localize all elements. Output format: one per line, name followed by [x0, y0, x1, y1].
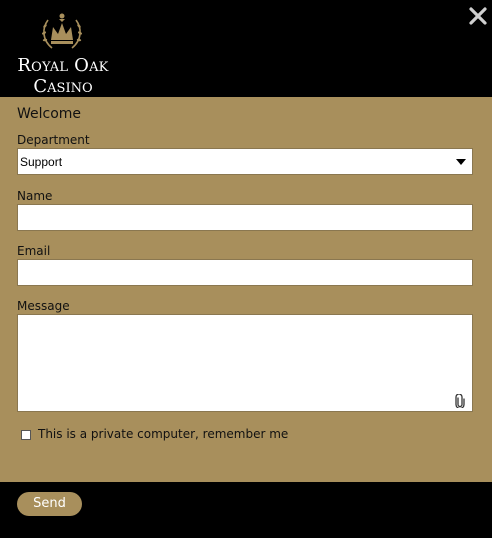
- department-label: Department: [17, 133, 90, 147]
- logo-text-line1: Royal Oak: [17, 55, 109, 76]
- contact-form: Welcome Department Support Name Email Me…: [0, 97, 492, 482]
- department-select[interactable]: Support: [17, 148, 473, 175]
- paperclip-icon[interactable]: [455, 394, 465, 408]
- department-select-value: Support: [20, 155, 63, 169]
- chevron-down-icon: [456, 159, 466, 165]
- close-icon: [469, 7, 487, 25]
- name-label: Name: [17, 189, 53, 203]
- crown-laurel-icon: [42, 13, 82, 49]
- header: Royal Oak Casino: [0, 0, 492, 97]
- form-title: Welcome: [17, 106, 82, 122]
- send-button[interactable]: Send: [17, 492, 82, 516]
- logo-text-line2: Casino: [33, 76, 93, 97]
- royal-oak-casino-logo: Royal Oak Casino: [8, 10, 118, 97]
- close-button[interactable]: [466, 4, 490, 28]
- footer: Send: [0, 482, 492, 538]
- message-textarea[interactable]: [17, 314, 473, 412]
- message-label: Message: [17, 299, 70, 313]
- email-input[interactable]: [17, 259, 473, 286]
- name-input[interactable]: [17, 204, 473, 231]
- remember-me-checkbox[interactable]: [21, 430, 31, 440]
- email-label: Email: [17, 244, 51, 258]
- remember-me-label: This is a private computer, remember me: [38, 427, 289, 441]
